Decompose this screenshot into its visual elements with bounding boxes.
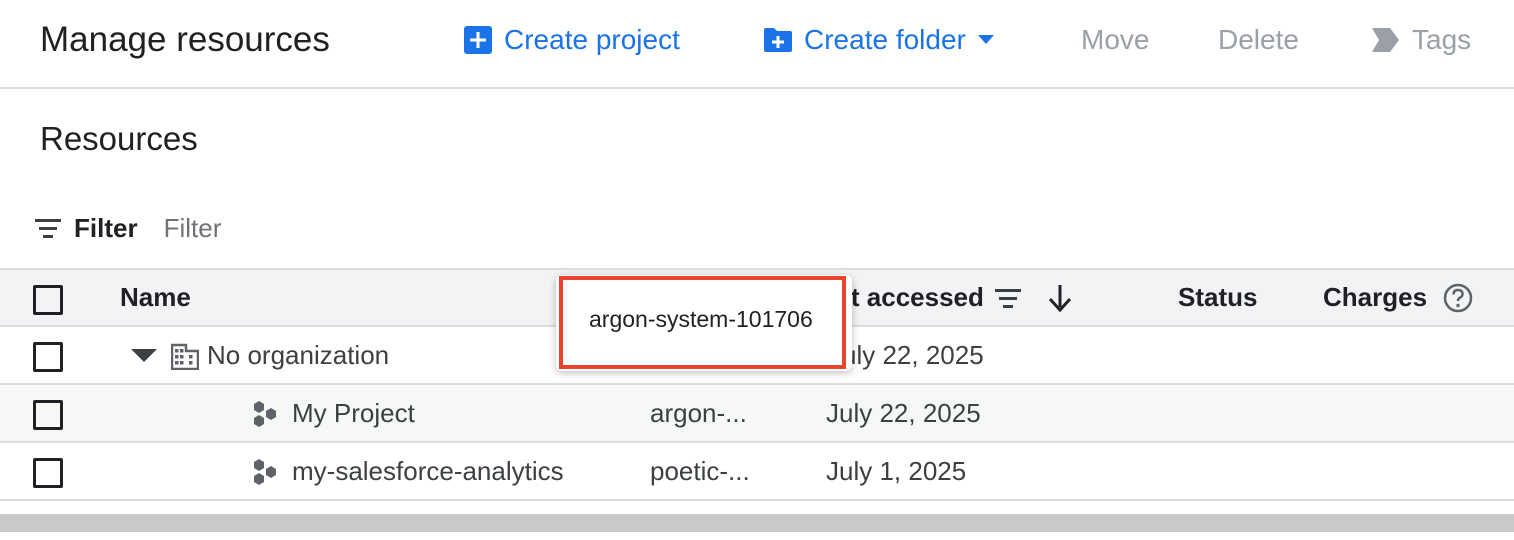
caret-down-icon[interactable] — [977, 35, 994, 45]
row-name[interactable]: My Project — [292, 398, 415, 429]
row-name: No organization — [207, 340, 390, 370]
create-project-label: Create project — [504, 24, 680, 55]
org-name-cell: No organization — [131, 340, 389, 371]
project-hexagons-icon — [252, 458, 280, 486]
column-header-name[interactable]: Name — [120, 282, 191, 313]
page-title: Manage resources — [40, 20, 330, 59]
tags-button[interactable]: Tags — [1372, 22, 1471, 58]
project-name-cell: my-salesforce-analytics — [252, 456, 564, 487]
project-id-cell[interactable]: argon-... — [650, 398, 747, 429]
select-all-checkbox[interactable] — [33, 285, 63, 315]
column-header-last-accessed[interactable]: ast accessed — [822, 282, 1072, 313]
create-project-button[interactable]: Create project — [464, 22, 680, 58]
table-row[interactable]: My Project argon-... July 22, 2025 — [0, 385, 1514, 443]
filter-bar: Filter — [34, 210, 464, 246]
filter-input[interactable] — [163, 212, 464, 244]
column-status-label: Status — [1178, 282, 1258, 312]
filter-label: Filter — [74, 212, 138, 243]
column-charges-label: Charges — [1323, 282, 1428, 312]
table-row[interactable]: my-salesforce-analytics poetic-... July … — [0, 443, 1514, 501]
filter-lines-icon[interactable] — [34, 217, 62, 239]
column-header-status[interactable]: Status — [1178, 282, 1257, 313]
delete-button[interactable]: Delete — [1218, 22, 1299, 58]
building-icon — [171, 342, 199, 370]
create-folder-icon — [764, 27, 792, 53]
tooltip-text: argon-system-101706 — [589, 306, 813, 332]
delete-label: Delete — [1218, 24, 1299, 55]
row-name[interactable]: my-salesforce-analytics — [292, 456, 564, 487]
column-header-charges[interactable]: Charges — [1323, 282, 1473, 313]
project-name-cell: My Project — [252, 398, 415, 429]
create-folder-label: Create folder — [804, 24, 966, 55]
move-label: Move — [1081, 24, 1150, 55]
expand-triangle-icon[interactable] — [131, 348, 157, 363]
row-checkbox[interactable] — [33, 342, 63, 372]
row-checkbox[interactable] — [33, 458, 63, 488]
resources-heading: Resources — [40, 120, 198, 157]
last-accessed-cell: July 22, 2025 — [826, 398, 981, 428]
move-button[interactable]: Move — [1081, 22, 1149, 58]
column-filter-icon[interactable] — [994, 287, 1022, 309]
last-accessed-cell: uly 22, 2025 — [842, 340, 984, 370]
row-checkbox[interactable] — [33, 400, 63, 430]
horizontal-scrollbar[interactable] — [0, 514, 1514, 532]
project-id-cell[interactable]: poetic-... — [650, 456, 750, 487]
last-accessed-cell: July 1, 2025 — [826, 456, 967, 486]
tags-label: Tags — [1412, 24, 1472, 55]
tag-icon — [1372, 28, 1400, 52]
add-box-icon — [464, 26, 492, 54]
create-folder-button[interactable]: Create folder — [764, 22, 994, 58]
help-circle-icon[interactable] — [1443, 283, 1473, 313]
project-hexagons-icon — [252, 400, 280, 428]
sort-down-arrow-icon[interactable] — [1048, 284, 1072, 312]
manage-resources-page: Manage resources Create project Create f… — [0, 0, 1514, 540]
top-toolbar: Manage resources Create project Create f… — [0, 0, 1514, 89]
column-name-label: Name — [120, 282, 191, 312]
